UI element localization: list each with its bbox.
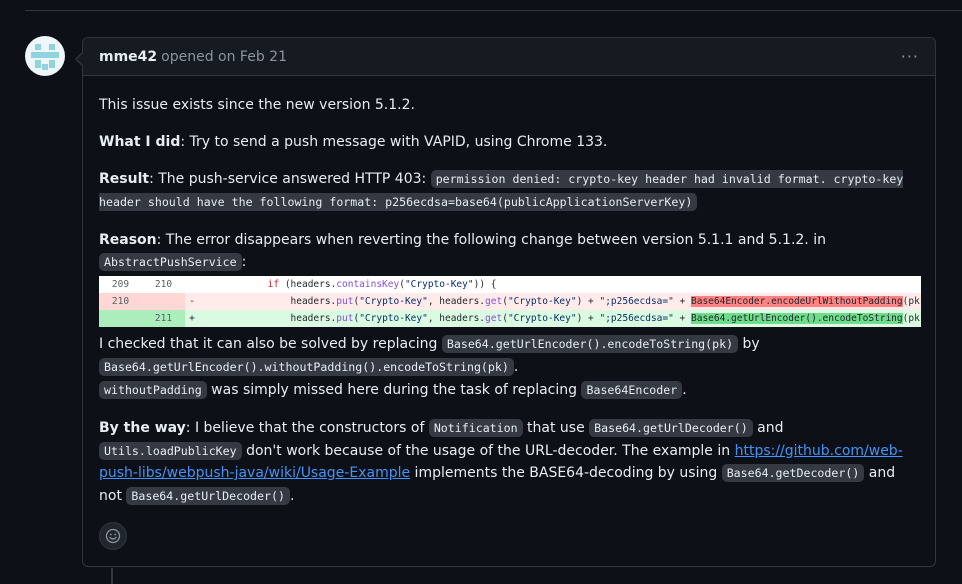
code-keyword: if xyxy=(267,279,280,290)
inline-code: Notification xyxy=(428,419,523,437)
paragraph-solution: I checked that it can also be solved by … xyxy=(99,333,921,402)
diff-row-deletion: 210- headers.put("Crypto-Key", headers.g… xyxy=(99,293,921,310)
code-text: + xyxy=(673,296,691,307)
issue-comment: mme42 opened on Feb 21 ··· This issue ex… xyxy=(75,37,937,567)
inline-code: Utils.loadPublicKey xyxy=(99,441,242,460)
label-what-i-did: What I did xyxy=(99,134,181,150)
timeline-connector xyxy=(111,568,113,584)
diff-code: headers.put("Crypto-Key", headers.get("C… xyxy=(199,310,921,327)
code-function: put xyxy=(336,313,354,324)
code-highlight-added: Base64.getUrlEncoder().encodeToString xyxy=(691,313,903,324)
diff-row-addition: 211 + headers.put("Crypto-Key", headers.g… xyxy=(99,310,921,327)
diff-sign: - xyxy=(189,296,195,307)
text: : The push-service answered HTTP 403: xyxy=(149,171,431,187)
paragraph-by-the-way: By the way: I believe that the construct… xyxy=(99,417,921,507)
avatar[interactable] xyxy=(25,36,65,76)
text: by xyxy=(738,336,760,352)
avatar-pixel xyxy=(35,44,41,50)
code-string: "Crypto-Key" xyxy=(507,296,577,307)
line-number-old: 209 xyxy=(111,279,130,290)
text: implements the BASE64-decoding by using xyxy=(410,465,722,481)
kebab-horizontal-icon[interactable]: ··· xyxy=(901,47,919,66)
code-string: "Crypto-Key" xyxy=(507,313,577,324)
code-string: "Crypto-Key" xyxy=(359,296,428,307)
paragraph-version: This issue exists since the new version … xyxy=(99,94,921,116)
text: : I believe that the constructors of xyxy=(185,420,429,436)
text: I checked that it can also be solved by … xyxy=(99,336,442,352)
code-string: ";p256ecdsa=" xyxy=(599,313,674,324)
text: was simply missed here during the task o… xyxy=(206,382,582,398)
line-number-new: 211 xyxy=(142,310,185,327)
line-number-new xyxy=(142,293,185,310)
text: . xyxy=(513,359,519,375)
code-text: , headers. xyxy=(427,296,486,307)
label-reason: Reason xyxy=(99,232,157,248)
code-text: (headers. xyxy=(279,279,337,290)
code-text: (pk)); xyxy=(902,296,921,307)
paragraph-result: Result: The push-service answered HTTP 4… xyxy=(99,168,921,214)
code-string: ";p256ecdsa=" xyxy=(599,296,674,307)
code-text: ) + xyxy=(576,313,600,324)
avatar-pixel xyxy=(49,60,55,68)
inline-code: Base64.getDecoder() xyxy=(721,464,865,482)
text: . xyxy=(682,382,687,398)
timeline-top-divider xyxy=(25,10,962,11)
paragraph-what-i-did: What I did: Try to send a push message w… xyxy=(99,131,921,153)
code-text: (pk)); xyxy=(902,313,921,324)
text: : xyxy=(241,254,247,270)
diff-code: if (headers.containsKey("Crypto-Key")) { xyxy=(199,276,921,293)
line-number-old xyxy=(99,310,142,327)
text: This issue exists since the new version … xyxy=(99,97,415,113)
code-text: headers. xyxy=(290,313,337,324)
code-function: put xyxy=(336,296,354,307)
label-by-the-way: By the way xyxy=(99,420,186,436)
add-reaction-button[interactable] xyxy=(99,522,127,550)
text: don't work because of the usage of the U… xyxy=(241,442,735,459)
smiley-icon xyxy=(105,528,121,544)
code-function: get xyxy=(485,296,503,307)
diff-screenshot: 209 210 if (headers.containsKey("Crypto-K… xyxy=(99,276,921,327)
inline-code: withoutPadding xyxy=(99,381,207,399)
text: and xyxy=(752,420,784,436)
comment-body: This issue exists since the new version … xyxy=(83,76,937,507)
code-text: , headers. xyxy=(427,313,486,324)
code-function: get xyxy=(485,313,503,324)
code-function: containsKey xyxy=(336,279,400,290)
code-string: "Crypto-Key" xyxy=(359,313,428,324)
inline-code: Base64.getUrlEncoder().withoutPadding().… xyxy=(99,358,514,376)
line-number-old: 210 xyxy=(99,293,142,310)
inline-code: Base64.getUrlDecoder() xyxy=(126,486,290,505)
avatar-pixel xyxy=(31,52,59,58)
text: : Try to send a push message with VAPID,… xyxy=(180,134,608,150)
inline-code: Base64.getUrlEncoder().encodeToString(pk… xyxy=(441,335,739,353)
code-text: )) { xyxy=(473,279,497,290)
text: . xyxy=(289,487,295,504)
opened-date[interactable]: opened on Feb 21 xyxy=(161,49,287,65)
diff-sign: + xyxy=(189,313,195,324)
avatar-pixel xyxy=(35,60,41,68)
code-string: "Crypto-Key" xyxy=(404,279,474,290)
paragraph-reason: Reason: The error disappears when revert… xyxy=(99,229,921,273)
diff-sign xyxy=(185,276,199,293)
code-text: headers. xyxy=(290,296,337,307)
code-text: ) + xyxy=(576,296,600,307)
diff-row-context: 209 210 if (headers.containsKey("Crypto-K… xyxy=(99,276,921,293)
avatar-pixel xyxy=(42,64,48,70)
text: : The error disappears when reverting th… xyxy=(156,232,826,248)
inline-code: AbstractPushService xyxy=(99,253,242,271)
comment-header: mme42 opened on Feb 21 ··· xyxy=(83,38,935,76)
code-highlight-removed: Base64Encoder.encodeUrlWithoutPadding xyxy=(691,296,903,307)
code-text: + xyxy=(673,313,691,324)
inline-code: Base64.getUrlDecoder() xyxy=(589,419,753,437)
line-number-new: 210 xyxy=(154,279,173,290)
diff-code: headers.put("Crypto-Key", headers.get("C… xyxy=(199,293,921,310)
text: that use xyxy=(522,420,590,436)
author-link[interactable]: mme42 xyxy=(99,49,157,65)
avatar-pixel xyxy=(49,44,55,50)
inline-code: Base64Encoder xyxy=(581,381,683,399)
label-result: Result xyxy=(99,171,150,187)
